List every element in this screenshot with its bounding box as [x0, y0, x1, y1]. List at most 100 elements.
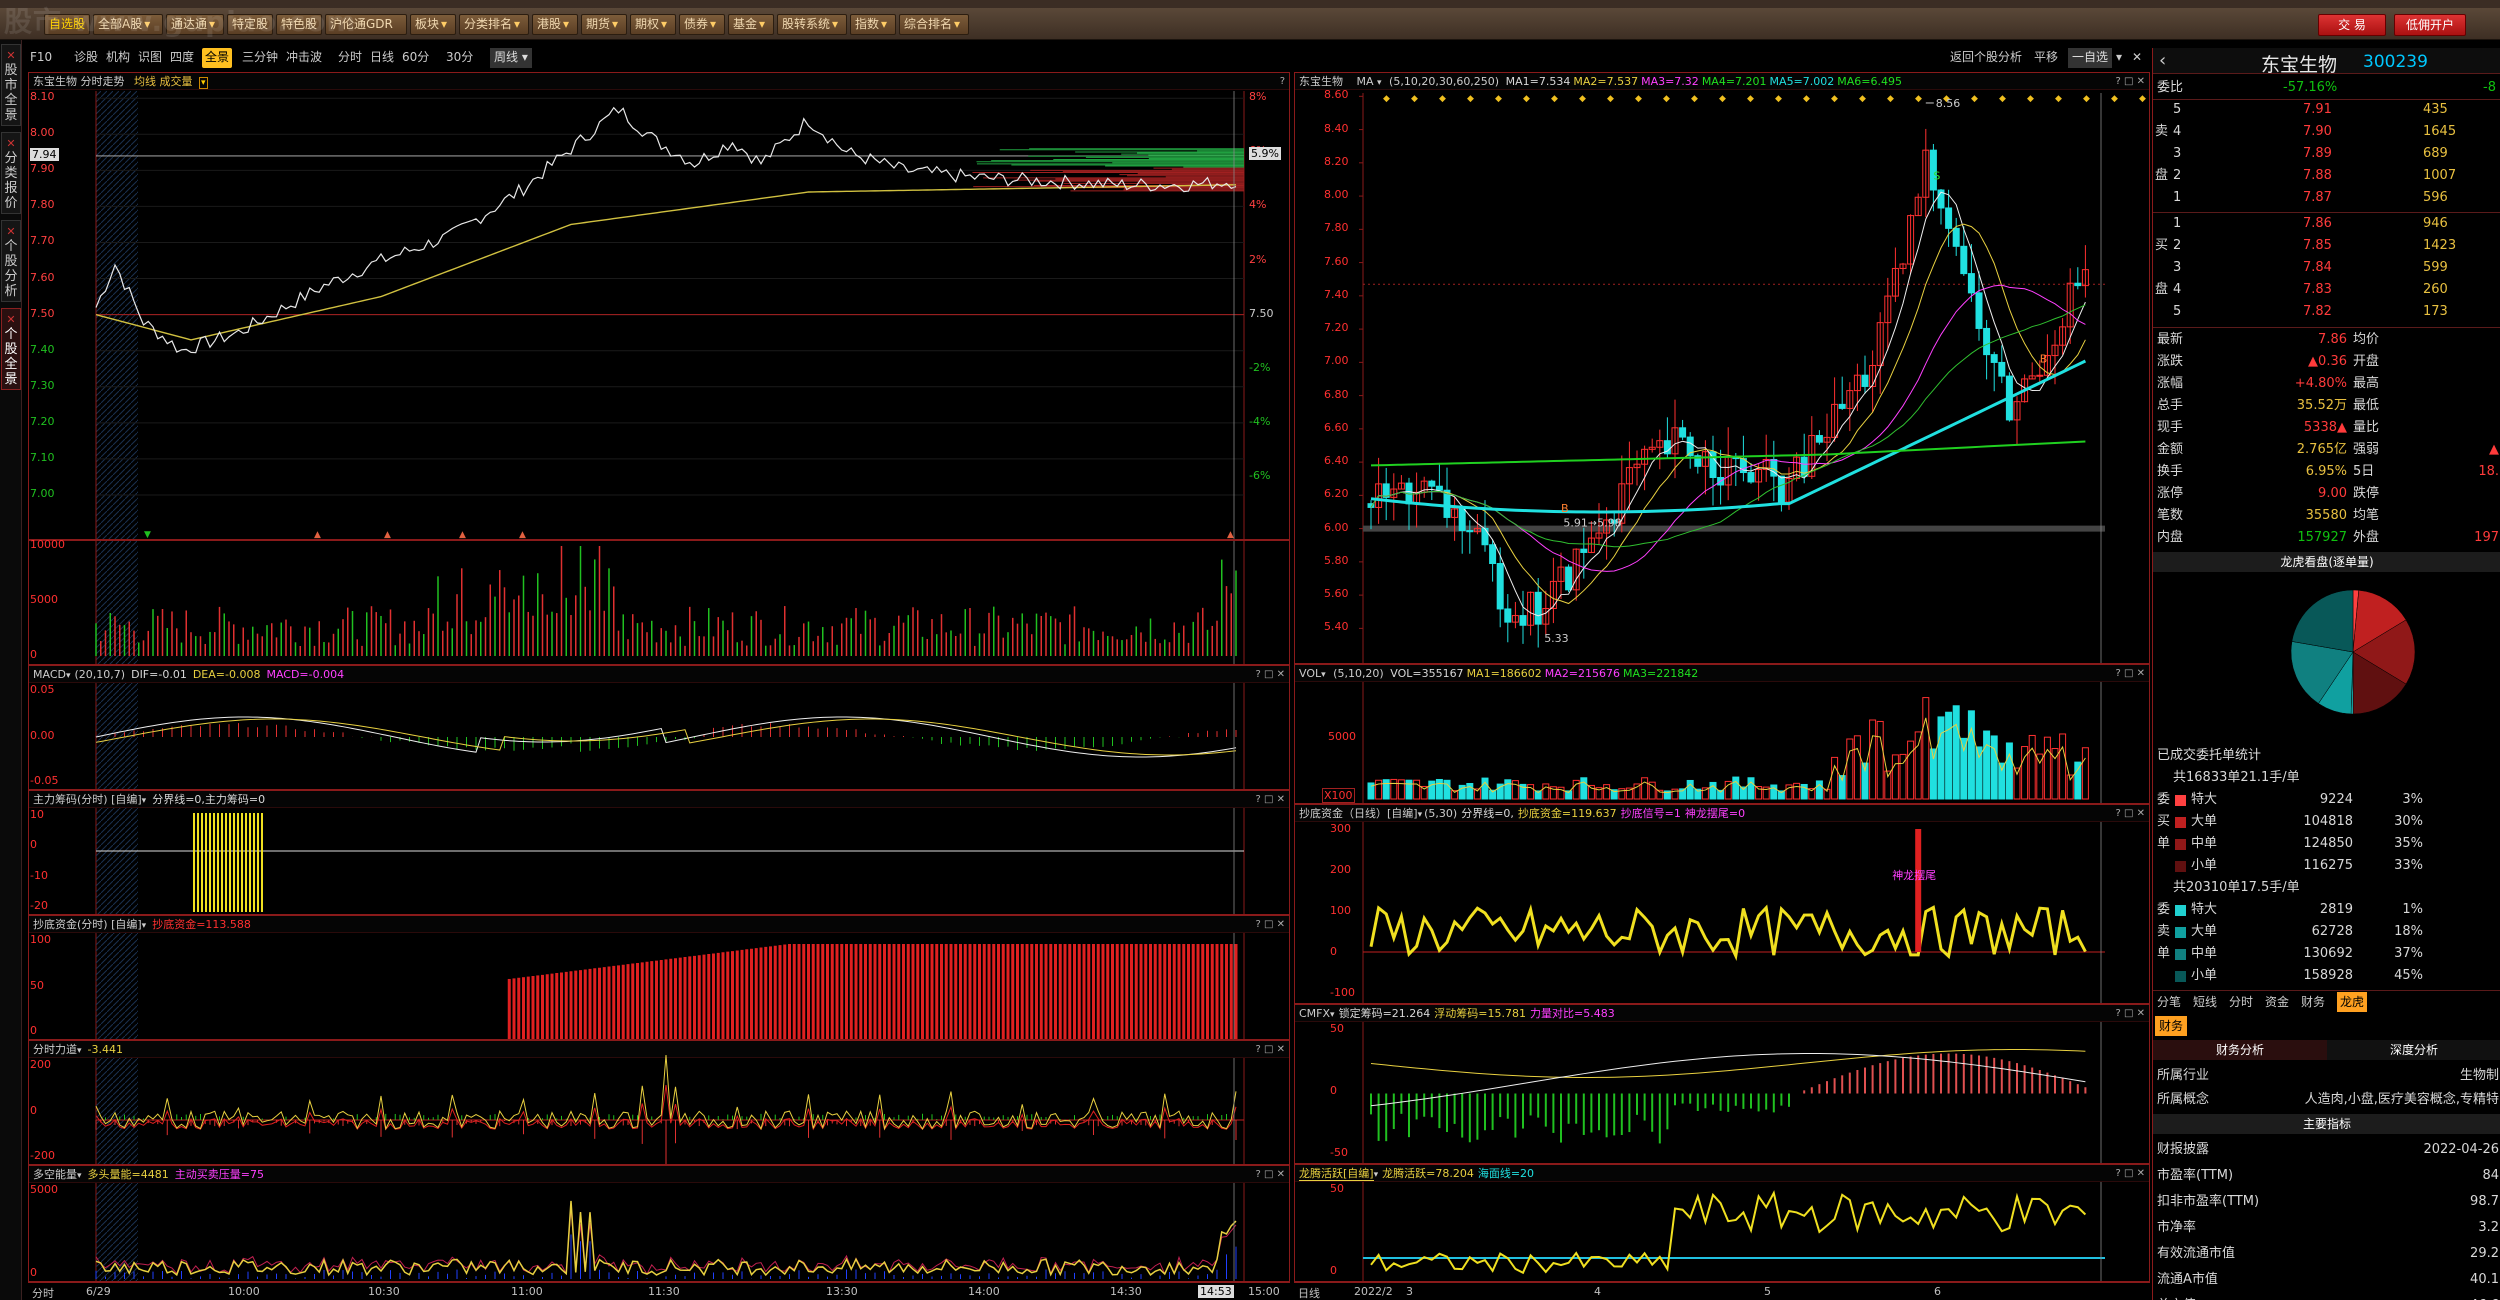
- intraday-volume-chart[interactable]: [29, 541, 1290, 665]
- kline-chart[interactable]: ◆ ◆ ◆ ◆ ◆ ◆ ◆ ◆ ◆ ◆ ◆ ◆ ◆ ◆ ◆ ◆ ◆ ◆ ◆ ◆ ◆ ◆ ◆ ◆ ◆ ◆ ◆ ◆8.565.335.91…: [1295, 73, 2150, 664]
- tab-8[interactable]: 分时: [338, 48, 362, 68]
- chevron-left-icon[interactable]: ‹: [2159, 50, 2166, 71]
- menu-item-12[interactable]: 基金 ▾: [728, 14, 774, 35]
- menu-item-13[interactable]: 股转系统 ▾: [777, 14, 847, 35]
- subpanel-chart[interactable]: [29, 1166, 1290, 1282]
- stat-value-2: 197: [2474, 530, 2499, 545]
- bottom-tab-5[interactable]: 龙虎: [2337, 992, 2368, 1012]
- watchlist-select[interactable]: 一自选: [2068, 48, 2113, 68]
- axis-label: 100: [30, 933, 51, 946]
- price-label: 7.40: [30, 342, 55, 356]
- subpanel-zlcm: 主力筹码(分时) [自编]▾ 分界线=0,主力筹码=0? □ ✕: [28, 790, 1290, 915]
- tab-0[interactable]: F10: [30, 48, 52, 68]
- bottom-tab-4[interactable]: 财务: [2301, 992, 2325, 1012]
- back-to-analysis[interactable]: 返回个股分析: [1950, 48, 2022, 68]
- pan-tag: 盘: [2155, 282, 2169, 297]
- event-marker: ◆: [2139, 94, 2146, 104]
- close-icon[interactable]: ✕: [2, 312, 20, 327]
- tab-3[interactable]: 识图: [138, 48, 162, 68]
- signal-marker: ▲: [384, 530, 391, 540]
- tab-10[interactable]: 60分: [402, 48, 429, 68]
- signal-marker: ▲: [314, 530, 321, 540]
- axis-label: 300: [1330, 822, 1351, 835]
- volume-bar: [1846, 738, 1854, 800]
- event-marker: ◆: [1607, 94, 1614, 104]
- menu-item-10[interactable]: 期权 ▾: [630, 14, 676, 35]
- weibi-label: 委比: [2157, 80, 2184, 95]
- close-icon[interactable]: ✕: [2, 48, 20, 63]
- price-label: 8.00: [1324, 188, 1349, 202]
- subpanel-chart[interactable]: [1295, 1005, 2150, 1164]
- subpanel-chart[interactable]: 神龙摆尾: [1295, 805, 2150, 1004]
- stat-label: 涨跌: [2157, 354, 2184, 369]
- volume-bar: [2005, 742, 2013, 800]
- axis-label: -0.05: [30, 774, 59, 787]
- legend-swatch: [2175, 795, 2186, 806]
- menu-item-11[interactable]: 债券 ▾: [679, 14, 725, 35]
- kline-volume-chart[interactable]: [1295, 665, 2150, 804]
- x-label-7: 14:00: [968, 1285, 1000, 1298]
- tab-6[interactable]: 三分钟: [242, 48, 278, 68]
- menu-item-8[interactable]: 港股 ▾: [532, 14, 578, 35]
- volume-bar: [2074, 761, 2082, 800]
- left-rail-tab-3[interactable]: ✕ 个股全景: [1, 308, 21, 390]
- subpanel-chart[interactable]: [29, 1041, 1290, 1165]
- menu-item-6[interactable]: 板块 ▾: [410, 14, 456, 35]
- tab-12[interactable]: 周线 ▾: [490, 48, 532, 68]
- subpanel-chart[interactable]: [1295, 1165, 2150, 1282]
- x-label-3: 10:30: [368, 1285, 400, 1298]
- price-line: [95, 106, 1237, 354]
- metric-value: 84: [2482, 1168, 2499, 1183]
- bottom-tab-3[interactable]: 资金: [2265, 992, 2289, 1012]
- sell-volume: 1645: [2423, 124, 2457, 139]
- stat-value: 35580: [2305, 508, 2347, 523]
- event-marker: ◆: [1719, 94, 1726, 104]
- buy-price: 7.85: [2303, 238, 2332, 253]
- price-label: 7.20: [30, 414, 55, 428]
- close-icon[interactable]: ✕: [2, 136, 20, 151]
- ma5-line: [1370, 191, 2086, 617]
- finance-analysis-tab[interactable]: 财务分析: [2153, 1040, 2327, 1060]
- flat-toggle[interactable]: 平移: [2034, 48, 2058, 68]
- menu-item-9[interactable]: 期货 ▾: [581, 14, 627, 35]
- menu-item-15[interactable]: 综合排名 ▾: [899, 14, 969, 35]
- menu-item-7[interactable]: 分类排名 ▾: [459, 14, 529, 35]
- tab-5[interactable]: 全景: [202, 48, 233, 68]
- menu-item-label: 期货: [586, 17, 611, 31]
- bottom-tab-2[interactable]: 分时: [2229, 992, 2253, 1012]
- tab-7[interactable]: 冲击波: [286, 48, 322, 68]
- left-rail-tab-0[interactable]: ✕ 股市全景: [1, 44, 21, 126]
- tab-9[interactable]: 日线: [370, 48, 394, 68]
- volume-bar: [1709, 781, 1717, 800]
- candle-body: [1861, 374, 1869, 387]
- price-label: 7.20: [1324, 321, 1349, 335]
- trade-button[interactable]: 交 易: [2318, 14, 2386, 36]
- x-label-0[interactable]: 分时: [32, 1285, 54, 1300]
- sell-level: 2: [2173, 168, 2182, 183]
- bottom-tab-1[interactable]: 短线: [2193, 992, 2217, 1012]
- tab-4[interactable]: 四度: [170, 48, 194, 68]
- close-icon[interactable]: ✕: [2, 224, 20, 239]
- x-label-0[interactable]: 日线: [1298, 1285, 1320, 1300]
- tab-2[interactable]: 机构: [106, 48, 130, 68]
- intraday-chart[interactable]: ▼ ▲ ▲ ▲ ▲ ▲: [29, 73, 1290, 540]
- left-rail-tab-1[interactable]: ✕ 分类报价: [1, 132, 21, 214]
- tab-1[interactable]: 诊股: [74, 48, 98, 68]
- deep-analysis-tab[interactable]: 深度分析: [2327, 1040, 2500, 1060]
- stat-value-2: 18.: [2478, 464, 2499, 479]
- close-icon[interactable]: ✕: [2132, 48, 2142, 68]
- finance-tab[interactable]: 财务: [2155, 1016, 2188, 1036]
- buy-level: 2: [2173, 238, 2182, 253]
- left-rail-tab-2[interactable]: ✕ 个股分析: [1, 220, 21, 302]
- chevron-down-icon[interactable]: ▾: [2116, 48, 2122, 68]
- volume-bar: [1511, 780, 1519, 800]
- menu-item-14[interactable]: 指数 ▾: [850, 14, 896, 35]
- chevron-down-icon[interactable]: ▾: [518, 50, 528, 64]
- open-account-button[interactable]: 低佣开户: [2394, 14, 2466, 36]
- bottom-tab-0[interactable]: 分笔: [2157, 992, 2181, 1012]
- price-label: 7.50: [30, 306, 55, 320]
- subpanel-chart[interactable]: [29, 916, 1290, 1040]
- subpanel-chart[interactable]: [29, 791, 1290, 915]
- subpanel-chart[interactable]: [29, 666, 1290, 790]
- tab-11[interactable]: 30分: [446, 48, 473, 68]
